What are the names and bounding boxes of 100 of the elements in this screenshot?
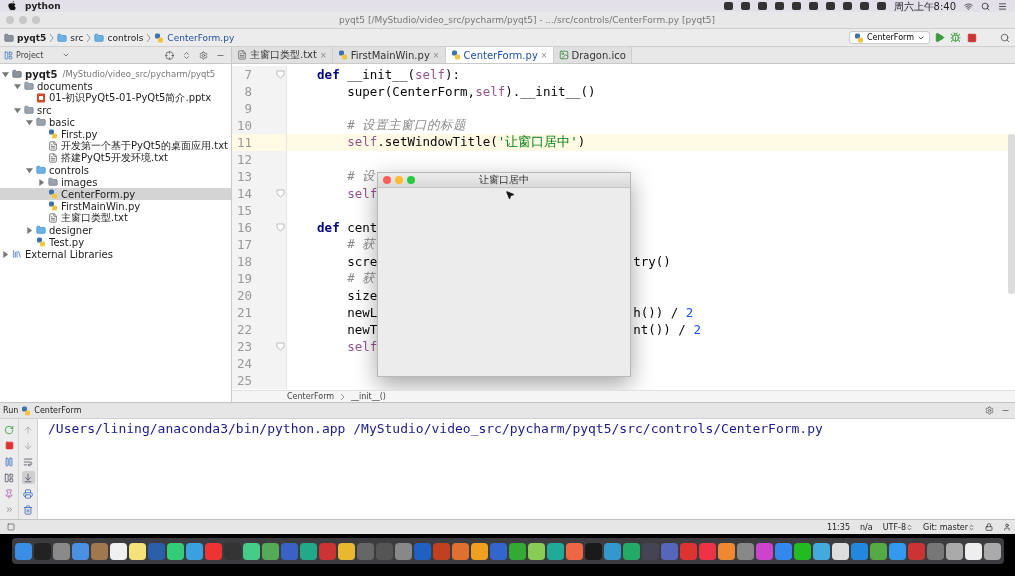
disclosure-triangle-icon[interactable] xyxy=(2,250,9,258)
settings-icon[interactable] xyxy=(197,48,210,62)
status-item[interactable]: UTF-8 xyxy=(882,522,913,532)
breadcrumb[interactable]: CenterForm xyxy=(287,392,335,401)
breadcrumb[interactable]: CenterForm.py xyxy=(154,32,235,43)
lock-icon[interactable] xyxy=(985,523,993,531)
line-number: 18 xyxy=(235,254,252,269)
editor-tab[interactable]: 主窗口类型.txt × xyxy=(232,47,333,63)
tree-item[interactable]: CenterForm.py xyxy=(0,188,231,200)
stop-icon[interactable] xyxy=(2,439,16,452)
tree-item[interactable]: First.py xyxy=(0,128,231,140)
crosshair-icon[interactable] xyxy=(163,48,176,62)
app-icon[interactable] xyxy=(129,542,146,560)
app-icon[interactable] xyxy=(794,542,811,560)
app-icon[interactable] xyxy=(984,542,1001,560)
disclosure-triangle-icon[interactable] xyxy=(38,178,45,186)
app-icon[interactable] xyxy=(110,542,127,560)
disclosure-triangle-icon[interactable] xyxy=(26,226,33,234)
app-icon[interactable] xyxy=(167,542,184,560)
panel-toggle-icon[interactable] xyxy=(4,520,17,534)
image-file-icon xyxy=(558,50,569,60)
menu-icon[interactable] xyxy=(998,1,1007,11)
zoom-button[interactable] xyxy=(407,176,415,184)
disclosure-triangle-icon[interactable] xyxy=(2,70,9,78)
disclosure-triangle-icon[interactable] xyxy=(26,118,33,126)
tree-item[interactable]: External Libraries xyxy=(0,248,231,260)
wrap-icon[interactable] xyxy=(21,455,35,468)
line-number: 25 xyxy=(235,373,252,388)
tree-item[interactable]: Test.py xyxy=(0,236,231,248)
close-button[interactable] xyxy=(383,176,391,184)
stop-icon[interactable] xyxy=(965,31,978,44)
tree-item[interactable]: 主窗口类型.txt xyxy=(0,212,231,224)
disclosure-triangle-icon[interactable] xyxy=(26,166,33,174)
code-text: h()) / 2 xyxy=(633,305,694,320)
fold-marker-icon[interactable] xyxy=(276,223,285,232)
app-name[interactable]: python xyxy=(25,1,61,11)
python-file-icon xyxy=(853,32,864,43)
python-file-icon xyxy=(36,237,46,247)
person-icon[interactable] xyxy=(1003,523,1011,531)
editor-tab[interactable]: CenterForm.py × xyxy=(445,47,554,63)
printer-icon[interactable] xyxy=(21,487,35,500)
tree-item[interactable]: 01-初识PyQt5-01-PyQt5简介.pptx xyxy=(0,92,231,104)
apple-logo-icon[interactable] xyxy=(8,1,17,11)
app-icon[interactable] xyxy=(832,542,849,560)
scrollbar-thumb[interactable] xyxy=(1008,134,1015,294)
project-view-dropdown[interactable]: Project xyxy=(4,50,70,60)
line-number: 13 xyxy=(235,169,252,184)
app-icon[interactable] xyxy=(243,542,260,560)
tree-item[interactable]: documents xyxy=(0,80,231,92)
search-icon[interactable] xyxy=(981,1,990,11)
pause-icon[interactable] xyxy=(2,455,16,468)
settings-icon[interactable] xyxy=(983,404,996,417)
play-icon[interactable] xyxy=(933,31,946,44)
tree-item[interactable]: controls xyxy=(0,164,231,176)
run-config-dropdown[interactable]: CenterForm xyxy=(848,31,930,44)
search-icon[interactable] xyxy=(998,31,1011,44)
trash-icon[interactable] xyxy=(21,503,35,516)
status-item[interactable]: Git: master xyxy=(923,522,975,532)
disclosure-triangle-icon[interactable] xyxy=(14,82,21,90)
pin-icon[interactable] xyxy=(2,487,16,500)
line-number: 14 xyxy=(235,186,252,201)
app-icon[interactable] xyxy=(338,542,355,560)
scroll-to-end-icon[interactable] xyxy=(21,471,35,484)
rerun-icon[interactable] xyxy=(2,423,16,436)
tree-item[interactable]: images xyxy=(0,176,231,188)
breadcrumb[interactable]: __init__() xyxy=(351,392,386,401)
breadcrumb[interactable]: controls xyxy=(94,32,144,43)
editor-tab[interactable]: Dragon.ico xyxy=(553,47,632,63)
python-file-icon xyxy=(48,189,58,199)
app-icon[interactable] xyxy=(528,542,545,560)
tree-item[interactable]: designer xyxy=(0,224,231,236)
wifi-icon[interactable] xyxy=(964,1,973,11)
tree-item[interactable]: 开发第一个基于PyQt5的桌面应用.txt xyxy=(0,140,231,152)
fold-marker-icon[interactable] xyxy=(276,189,285,198)
tree-item[interactable]: pyqt5 /MyStudio/video_src/pycharm/pyqt5 xyxy=(0,68,231,80)
python-file-icon xyxy=(337,50,348,60)
app-icon[interactable] xyxy=(813,542,830,560)
breadcrumb[interactable]: src xyxy=(57,32,84,43)
layout-icon[interactable] xyxy=(2,471,16,484)
tree-item[interactable]: 搭建PyQt5开发环境.txt xyxy=(0,152,231,164)
fold-marker-icon[interactable] xyxy=(276,342,285,351)
app-icon[interactable] xyxy=(471,542,488,560)
tree-item[interactable]: FirstMainWin.py xyxy=(0,200,231,212)
line-number: 19 xyxy=(235,271,252,286)
app-icon[interactable] xyxy=(965,542,982,560)
code-text: newL xyxy=(347,305,378,320)
tree-item[interactable]: src xyxy=(0,104,231,116)
app-icon[interactable] xyxy=(946,542,963,560)
disclosure-triangle-icon[interactable] xyxy=(14,106,21,114)
fold-marker-icon[interactable] xyxy=(276,70,285,79)
app-icon[interactable] xyxy=(718,542,735,560)
breadcrumb[interactable]: pyqt5 xyxy=(4,32,47,43)
bug-icon[interactable] xyxy=(949,31,962,44)
code-text: newT xyxy=(347,322,378,337)
run-config-name[interactable]: CenterForm xyxy=(34,406,82,415)
clock[interactable]: 周六上午8:40 xyxy=(893,0,956,12)
code-text: # 设 xyxy=(347,168,376,185)
tree-item[interactable]: basic xyxy=(0,116,231,128)
code-text: # 获 xyxy=(347,270,376,287)
editor-tab[interactable]: FirstMainWin.py × xyxy=(332,47,446,63)
